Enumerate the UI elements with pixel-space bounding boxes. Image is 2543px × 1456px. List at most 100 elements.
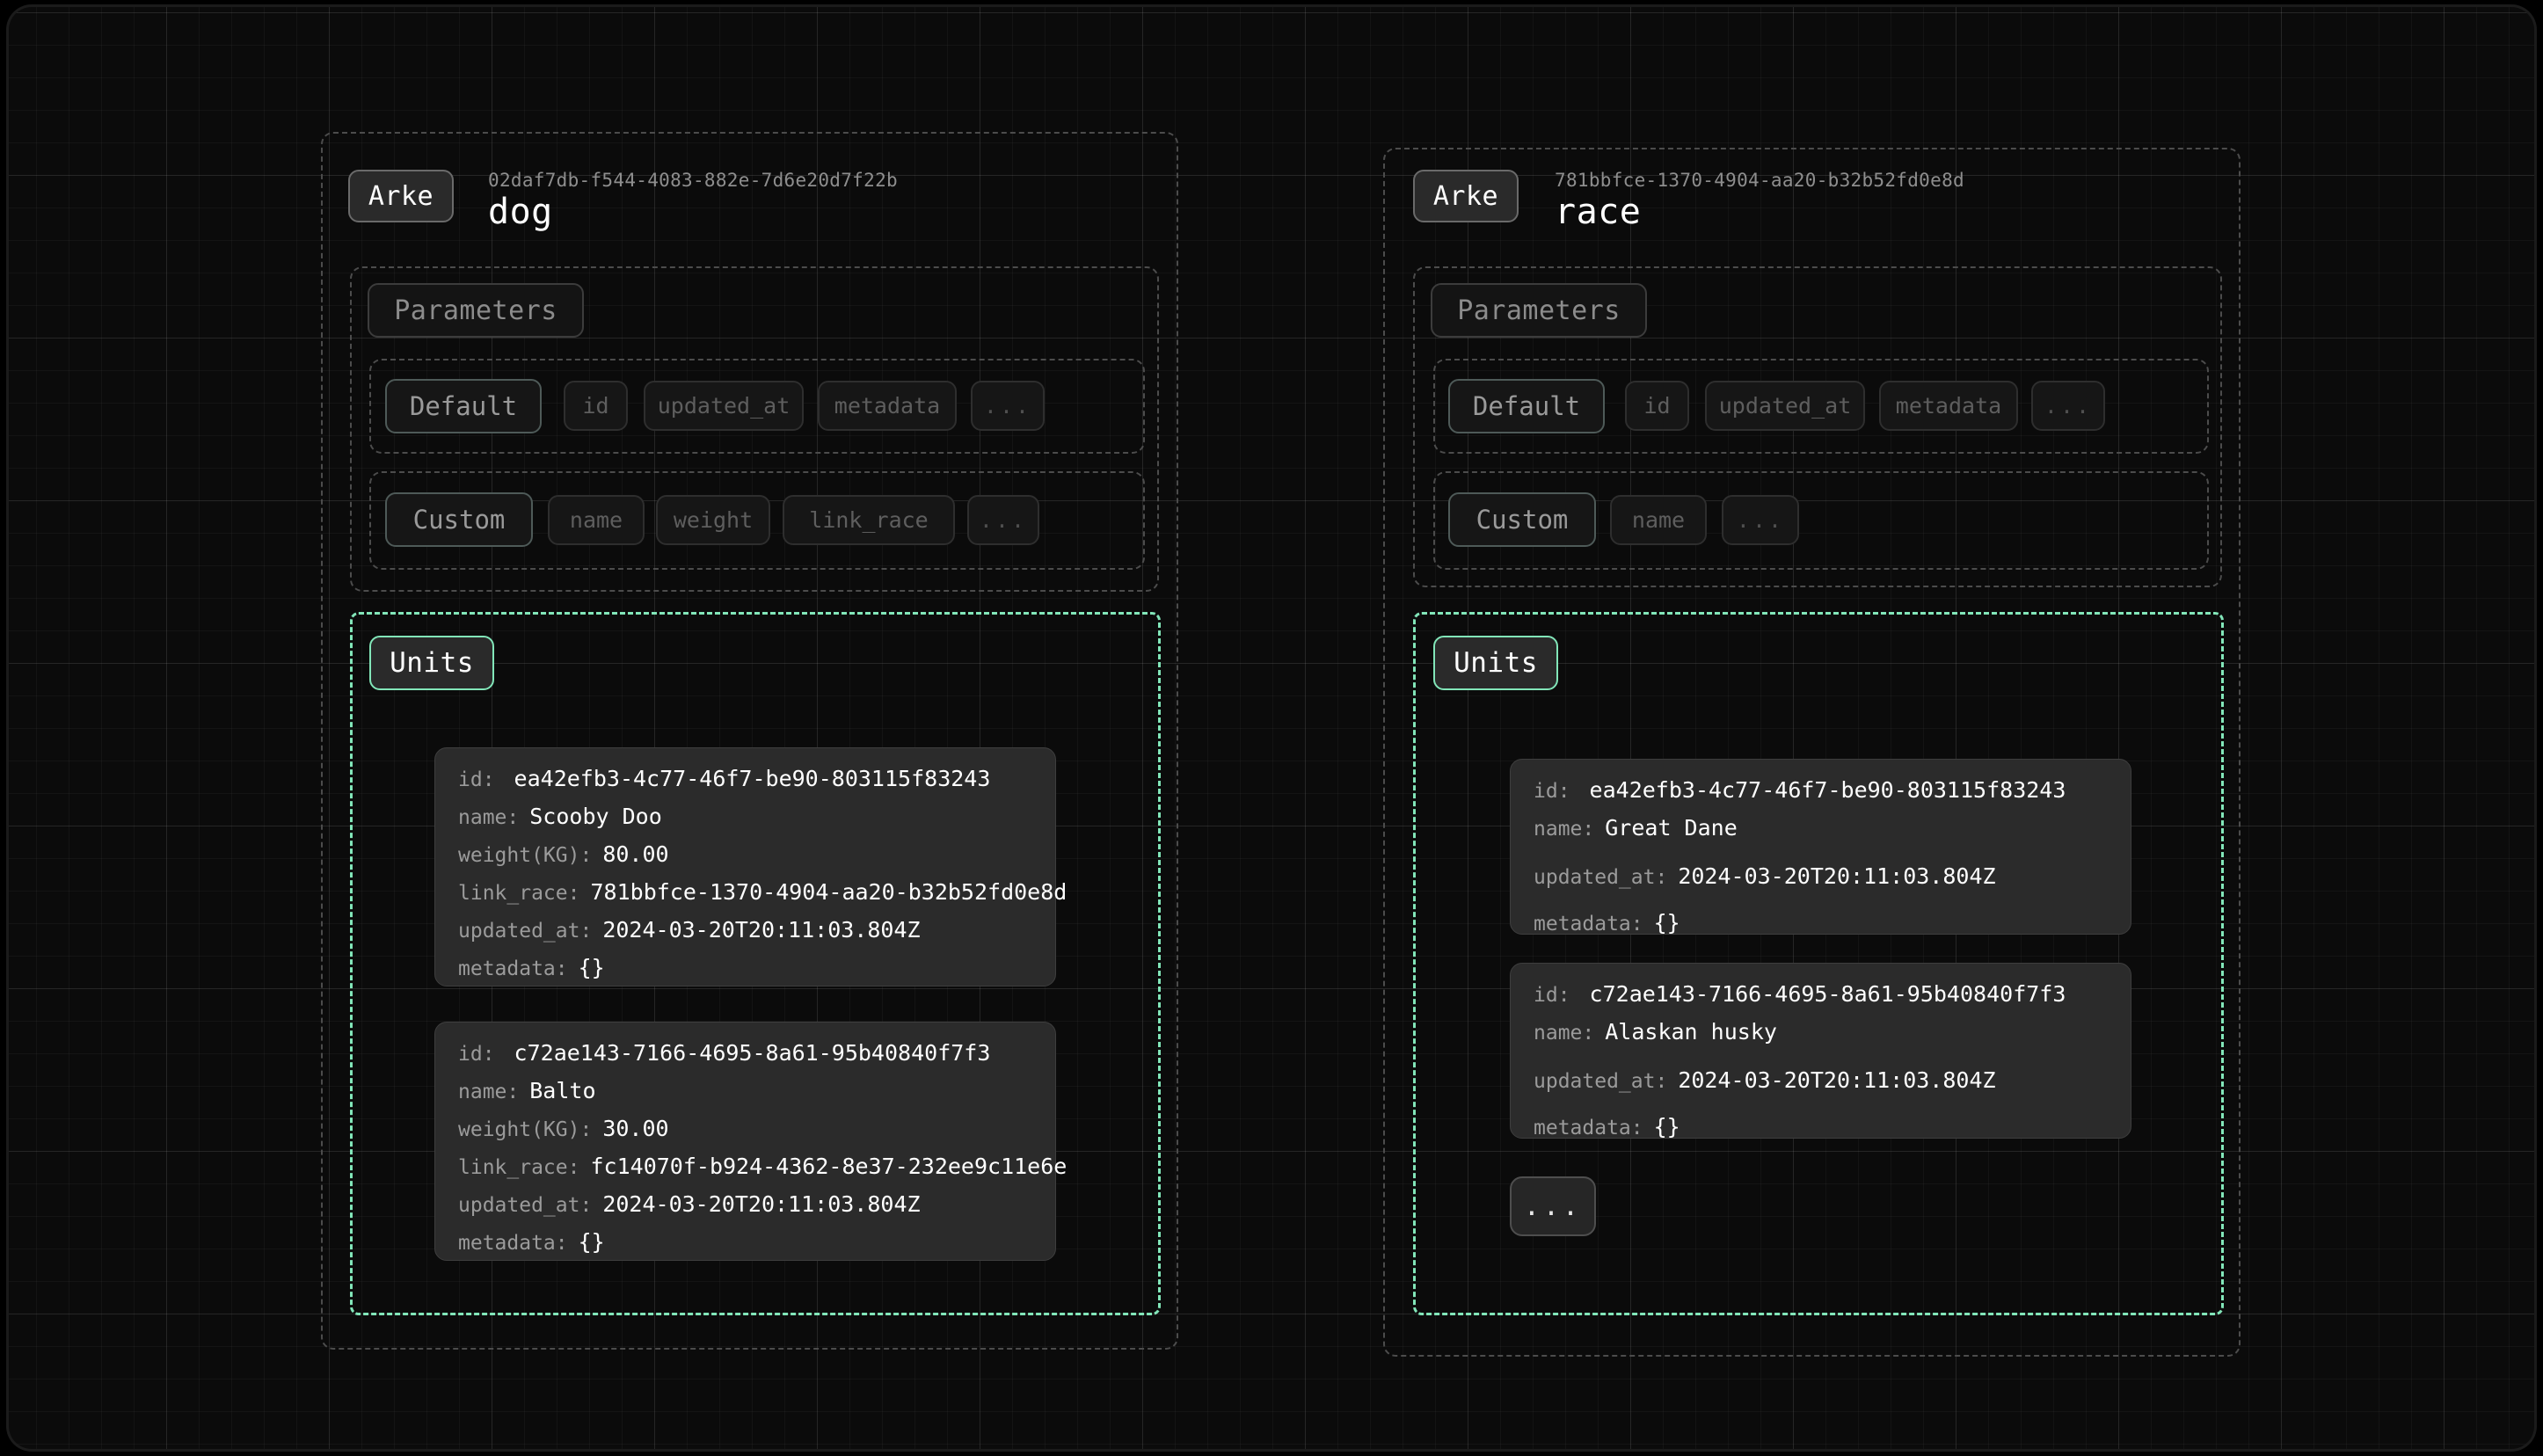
default-params-label-race[interactable]: Default xyxy=(1448,379,1605,433)
unit-field-row: updated_at: 2024-03-20T20:11:03.804Z xyxy=(1534,863,2108,889)
parameters-label-text: Parameters xyxy=(394,295,557,326)
chip-label: metadata xyxy=(1895,393,2002,419)
unit-field-row: name: Alaskan husky xyxy=(1534,1019,2108,1045)
custom-params-label-race[interactable]: Custom xyxy=(1448,492,1596,547)
unit-field-key: id: xyxy=(458,1043,495,1066)
unit-field-key: link_race: xyxy=(458,882,580,905)
arke-badge-race[interactable]: Arke xyxy=(1413,170,1519,222)
arke-name-dog: dog xyxy=(488,192,553,232)
chip-label: updated_at xyxy=(1718,393,1852,419)
param-chip-metadata[interactable]: metadata xyxy=(818,381,957,431)
unit-field-key: metadata: xyxy=(1534,913,1643,935)
arke-badge-label: Arke xyxy=(368,180,434,212)
chip-label: name xyxy=(569,507,623,533)
unit-field-value: 80.00 xyxy=(602,841,669,867)
unit-field-row: name: Great Dane xyxy=(1534,815,2108,841)
units-label-text: Units xyxy=(390,647,474,679)
default-params-label-dog[interactable]: Default xyxy=(385,379,542,433)
chip-label: Default xyxy=(409,391,518,421)
param-chip-metadata[interactable]: metadata xyxy=(1879,381,2018,431)
unit-field-key: updated_at: xyxy=(1534,866,1668,889)
unit-field-value: Balto xyxy=(529,1078,596,1103)
unit-field-row: id: c72ae143-7166-4695-8a61-95b40840f7f3 xyxy=(458,1040,1032,1066)
chip-label: Custom xyxy=(1476,505,1569,535)
chip-label: weight xyxy=(673,507,754,533)
param-chip-link-race[interactable]: link_race xyxy=(783,495,955,545)
unit-field-value: c72ae143-7166-4695-8a61-95b40840f7f3 xyxy=(514,1040,991,1066)
parameters-label-race[interactable]: Parameters xyxy=(1431,283,1647,338)
param-chip-more-custom[interactable]: ... xyxy=(967,495,1039,545)
param-chip-updated-at[interactable]: updated_at xyxy=(1705,381,1865,431)
unit-field-row: updated_at: 2024-03-20T20:11:03.804Z xyxy=(458,917,1032,943)
unit-field-row: name: Balto xyxy=(458,1078,1032,1103)
parameters-label-dog[interactable]: Parameters xyxy=(368,283,584,338)
unit-field-value: Scooby Doo xyxy=(529,804,662,829)
unit-field-value: 2024-03-20T20:11:03.804Z xyxy=(602,917,921,943)
canvas-frame: Arke 02daf7db-f544-4083-882e-7d6e20d7f22… xyxy=(9,7,2534,1449)
param-chip-weight[interactable]: weight xyxy=(656,495,770,545)
units-label-race[interactable]: Units xyxy=(1433,636,1558,690)
chip-label: ... xyxy=(983,393,1032,419)
unit-field-row: link_race: 781bbfce-1370-4904-aa20-b32b5… xyxy=(458,879,1067,905)
unit-field-key: id: xyxy=(458,768,495,791)
unit-field-row: updated_at: 2024-03-20T20:11:03.804Z xyxy=(1534,1067,2108,1093)
unit-field-row: metadata: {} xyxy=(458,955,1032,980)
unit-field-key: updated_at: xyxy=(458,1194,593,1217)
chip-label: Custom xyxy=(412,505,506,535)
unit-field-value: 781bbfce-1370-4904-aa20-b32b52fd0e8d xyxy=(590,879,1067,905)
units-more-button-race[interactable]: ... xyxy=(1510,1176,1596,1236)
arke-uuid-race: 781bbfce-1370-4904-aa20-b32b52fd0e8d xyxy=(1555,170,1964,191)
unit-field-row: link_race: fc14070f-b924-4362-8e37-232ee… xyxy=(458,1154,1067,1179)
arke-name-race: race xyxy=(1555,192,1642,232)
unit-field-key: name: xyxy=(458,806,520,829)
param-chip-more-default[interactable]: ... xyxy=(2031,381,2105,431)
unit-field-row: weight(KG): 80.00 xyxy=(458,841,1032,867)
unit-field-value: {} xyxy=(1653,1114,1680,1139)
unit-card[interactable]: id: c72ae143-7166-4695-8a61-95b40840f7f3… xyxy=(1510,963,2131,1139)
param-chip-id[interactable]: id xyxy=(564,381,628,431)
chip-label: link_race xyxy=(809,507,929,533)
chip-label: id xyxy=(1643,393,1671,419)
unit-field-value: c72ae143-7166-4695-8a61-95b40840f7f3 xyxy=(1589,981,2066,1007)
unit-field-row: updated_at: 2024-03-20T20:11:03.804Z xyxy=(458,1191,1032,1217)
unit-field-key: metadata: xyxy=(458,1232,568,1255)
unit-field-value: 2024-03-20T20:11:03.804Z xyxy=(602,1191,921,1217)
unit-field-key: name: xyxy=(1534,1022,1595,1045)
unit-field-key: metadata: xyxy=(458,957,568,980)
unit-field-value: Alaskan husky xyxy=(1605,1019,1777,1045)
unit-card[interactable]: id: ea42efb3-4c77-46f7-be90-803115f83243… xyxy=(434,747,1067,986)
unit-field-row: weight(KG): 30.00 xyxy=(458,1116,1032,1141)
custom-params-label-dog[interactable]: Custom xyxy=(385,492,533,547)
unit-field-value: Great Dane xyxy=(1605,815,1738,841)
unit-card[interactable]: id: ea42efb3-4c77-46f7-be90-803115f83243… xyxy=(1510,759,2131,935)
param-chip-updated-at[interactable]: updated_at xyxy=(644,381,804,431)
unit-field-key: id: xyxy=(1534,984,1570,1007)
parameters-label-text: Parameters xyxy=(1457,295,1621,326)
unit-field-row: metadata: {} xyxy=(458,1229,1032,1255)
param-chip-id[interactable]: id xyxy=(1625,381,1689,431)
unit-field-key: id: xyxy=(1534,780,1570,803)
unit-field-row: metadata: {} xyxy=(1534,1114,2108,1139)
chip-label: ... xyxy=(979,507,1028,533)
param-chip-more-custom[interactable]: ... xyxy=(1722,495,1799,545)
unit-field-key: link_race: xyxy=(458,1156,580,1179)
param-chip-more-default[interactable]: ... xyxy=(971,381,1045,431)
unit-field-row: id: ea42efb3-4c77-46f7-be90-803115f83243 xyxy=(1534,777,2108,803)
unit-field-row: id: ea42efb3-4c77-46f7-be90-803115f83243 xyxy=(458,766,1032,791)
unit-card[interactable]: id: c72ae143-7166-4695-8a61-95b40840f7f3… xyxy=(434,1022,1067,1261)
param-chip-name[interactable]: name xyxy=(1610,495,1707,545)
units-label-dog[interactable]: Units xyxy=(369,636,494,690)
unit-field-value: ea42efb3-4c77-46f7-be90-803115f83243 xyxy=(514,766,991,791)
more-dots-label: ... xyxy=(1523,1190,1583,1222)
chip-label: id xyxy=(582,393,609,419)
unit-field-value: 30.00 xyxy=(602,1116,669,1141)
param-chip-name[interactable]: name xyxy=(548,495,645,545)
arke-badge-dog[interactable]: Arke xyxy=(348,170,454,222)
arke-badge-label: Arke xyxy=(1432,180,1499,212)
unit-field-key: updated_at: xyxy=(1534,1070,1668,1093)
unit-field-key: name: xyxy=(1534,818,1595,841)
unit-field-key: metadata: xyxy=(1534,1117,1643,1139)
unit-field-value: {} xyxy=(578,1229,605,1255)
unit-field-value: ea42efb3-4c77-46f7-be90-803115f83243 xyxy=(1589,777,2066,803)
chip-label: ... xyxy=(2044,393,2093,419)
